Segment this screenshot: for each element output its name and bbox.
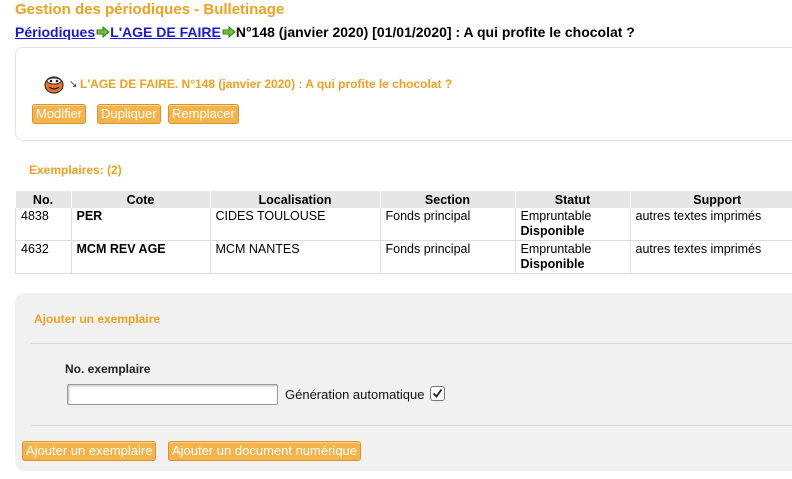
- cell-statut: Empruntable Disponible: [514, 208, 631, 241]
- column-header-no[interactable]: No.: [15, 191, 72, 208]
- copy-number-input[interactable]: [67, 384, 278, 405]
- cell-section: Fonds principal: [379, 240, 516, 274]
- copies-section-label: Exemplaires: (2): [29, 163, 122, 177]
- divider: [31, 425, 792, 426]
- table-row[interactable]: 4632 MCM REV AGE MCM NANTES Fonds princi…: [15, 240, 792, 274]
- arrow-right-icon: [96, 26, 110, 38]
- column-header-statut[interactable]: Statut: [515, 191, 631, 208]
- cell-cote: MCM REV AGE: [70, 240, 211, 274]
- cell-no: 4632: [15, 240, 72, 274]
- column-header-section[interactable]: Section: [380, 191, 516, 208]
- breadcrumb: Périodiques L'AGE DE FAIRE N°148 (janvie…: [15, 24, 635, 40]
- cell-support: autres textes imprimés: [629, 208, 792, 241]
- statut-loan: Empruntable: [520, 209, 592, 223]
- record-panel: ↘ L'AGE DE FAIRE. N°148 (janvier 2020) :…: [15, 47, 792, 141]
- checkmark-icon: [432, 388, 443, 398]
- arrow-right-icon: [222, 26, 236, 38]
- auto-generation-label: Génération automatique: [285, 387, 425, 402]
- column-header-cote[interactable]: Cote: [71, 191, 211, 208]
- column-header-localisation[interactable]: Localisation: [210, 191, 381, 208]
- breadcrumb-current: N°148 (janvier 2020) [01/01/2020] : A qu…: [235, 24, 635, 40]
- statut-availability: Disponible: [520, 257, 585, 271]
- copies-table: No. Cote Localisation Section Statut Sup…: [15, 191, 792, 274]
- notice-icon[interactable]: [43, 74, 65, 94]
- cell-localisation: CIDES TOULOUSE: [209, 208, 381, 241]
- cell-localisation: MCM NANTES: [209, 240, 381, 274]
- breadcrumb-periodiques-link[interactable]: Périodiques: [15, 24, 95, 40]
- link-arrow-icon: ↘: [69, 79, 78, 90]
- cell-cote: PER: [70, 208, 211, 241]
- add-copy-title: Ajouter un exemplaire: [34, 312, 161, 326]
- cell-statut: Empruntable Disponible: [514, 240, 631, 274]
- modify-button[interactable]: Modifier: [32, 104, 87, 124]
- column-header-support[interactable]: Support: [630, 191, 792, 208]
- add-copy-button[interactable]: Ajouter un exemplaire: [22, 441, 157, 461]
- add-digital-document-button[interactable]: Ajouter un document numérique: [168, 441, 362, 461]
- breadcrumb-serial-link[interactable]: L'AGE DE FAIRE: [110, 24, 221, 40]
- table-row[interactable]: 4838 PER CIDES TOULOUSE Fonds principal …: [15, 208, 792, 241]
- record-title-link[interactable]: L'AGE DE FAIRE. N°148 (janvier 2020) : A…: [80, 77, 452, 91]
- cell-section: Fonds principal: [379, 208, 516, 241]
- divider: [31, 343, 792, 344]
- table-header-row: No. Cote Localisation Section Statut Sup…: [15, 191, 792, 208]
- cell-no: 4838: [15, 208, 72, 241]
- copy-number-label: No. exemplaire: [65, 362, 151, 376]
- statut-loan: Empruntable: [520, 242, 592, 256]
- duplicate-button[interactable]: Dupliquer: [97, 104, 161, 124]
- replace-button[interactable]: Remplacer: [168, 104, 239, 124]
- statut-availability: Disponible: [520, 224, 585, 238]
- auto-generation-checkbox[interactable]: [430, 386, 445, 401]
- add-copy-panel: Ajouter un exemplaire No. exemplaire Gén…: [15, 293, 792, 471]
- page-title: Gestion des périodiques - Bulletinage: [15, 1, 285, 18]
- cell-support: autres textes imprimés: [629, 240, 792, 274]
